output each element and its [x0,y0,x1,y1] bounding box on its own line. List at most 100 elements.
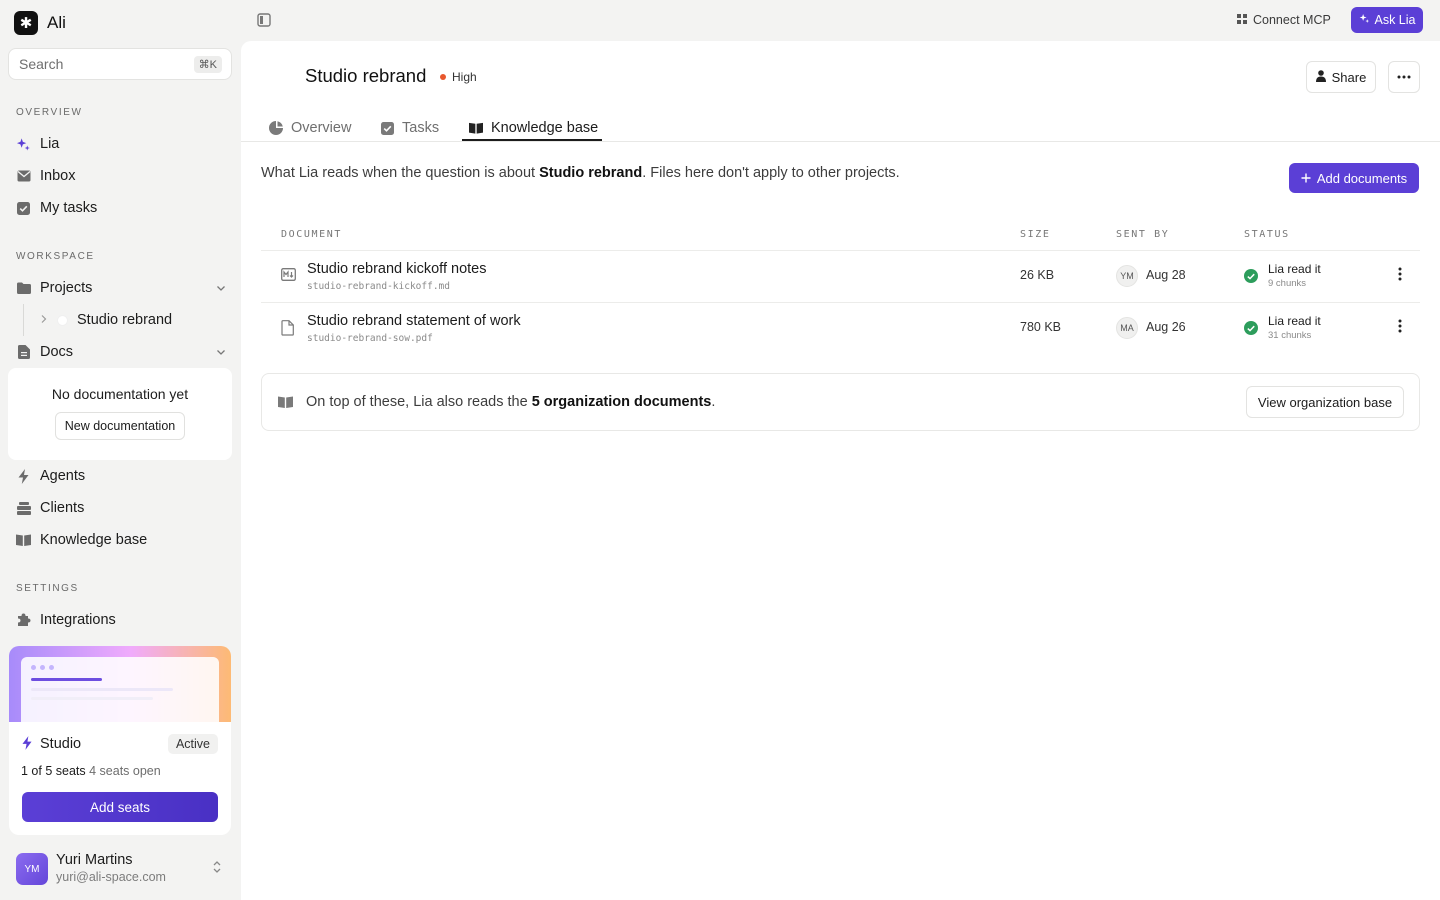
sidebar-item-projects[interactable]: Projects [16,276,226,300]
more-horizontal-icon [1397,75,1411,79]
pdf-file-icon [281,320,294,341]
section-label-workspace: WORKSPACE [16,251,95,262]
sender-avatar: YM [1116,265,1138,287]
app-name: Ali [47,13,66,32]
sparkle-icon [1359,13,1370,27]
status-text: Lia read it [1268,262,1321,276]
plan-seats: 1 of 5 seats 4 seats open [21,764,161,778]
document-size: 26 KB [1020,268,1055,282]
column-header-status[interactable]: STATUS [1244,229,1290,240]
bolt-icon [16,468,31,484]
check-circle-icon [1244,269,1258,283]
book-icon [469,122,483,134]
tab-knowledge-base[interactable]: Knowledge base [469,114,598,142]
docs-empty-state: No documentation yet New documentation [8,368,232,460]
sidebar-item-knowledge-base[interactable]: Knowledge base [16,528,147,552]
connect-mcp-label: Connect MCP [1253,13,1331,27]
sender-avatar: MA [1116,317,1138,339]
chevron-down-icon[interactable] [216,281,226,297]
main-panel: Studio rebrand High Share Overview Tasks [241,41,1440,900]
grid-icon [1237,13,1247,27]
status-chunks: 9 chunks [1268,278,1307,289]
sidebar-item-docs[interactable]: Docs [16,340,226,364]
section-label-overview: OVERVIEW [16,107,83,118]
kb-desc-prefix: What Lia reads when the question is abou… [261,165,540,181]
active-tab-indicator [462,139,602,141]
puzzle-icon [16,613,31,628]
table-row[interactable]: Studio rebrand kickoff notes studio-rebr… [261,251,1420,302]
kb-desc-project: Studio rebrand [539,165,643,181]
project-color-dot [57,314,68,326]
sidebar-item-studio-rebrand[interactable]: Studio rebrand [40,308,172,332]
sent-date: Aug 28 [1146,268,1186,282]
column-header-size[interactable]: SIZE [1020,229,1050,240]
sidebar-item-label: Projects [40,280,93,296]
kb-desc-suffix: . Files here don't apply to other projec… [642,165,900,181]
add-documents-label: Add documents [1316,170,1408,186]
sidebar-item-label: Docs [40,344,74,360]
book-icon [278,395,293,413]
more-vertical-icon[interactable] [1398,319,1402,338]
plan-name-label: Studio [40,736,82,752]
tab-tasks[interactable]: Tasks [381,114,439,142]
table-row[interactable]: Studio rebrand statement of work studio-… [261,303,1420,354]
document-icon [16,345,31,360]
sidebar-item-agents[interactable]: Agents [16,464,85,488]
column-header-document[interactable]: DOCUMENT [281,229,342,240]
brand[interactable]: ✱ Ali [14,11,66,35]
more-options-button[interactable] [1388,61,1420,93]
sidebar-item-label: Inbox [40,168,76,184]
tree-line [23,304,24,336]
chevron-up-down-icon[interactable] [212,860,222,879]
sidebar-item-label: Integrations [40,612,116,628]
priority-badge[interactable]: High [440,70,477,84]
bolt-icon [22,735,32,753]
org-documents-banner: On top of these, Lia also reads the 5 or… [261,373,1420,431]
add-seats-button[interactable]: Add seats [22,792,218,822]
more-vertical-icon[interactable] [1398,267,1402,286]
kb-description: What Lia reads when the question is abou… [261,165,900,181]
sidebar-item-my-tasks[interactable]: My tasks [16,196,97,220]
column-header-sent-by[interactable]: SENT BY [1116,229,1169,240]
folder-icon [16,281,31,296]
add-documents-button[interactable]: Add documents [1289,163,1419,193]
share-button[interactable]: Share [1306,61,1376,93]
sidebar-item-integrations[interactable]: Integrations [16,608,116,632]
tab-label: Overview [291,120,352,136]
user-email: yuri@ali-space.com [56,870,166,884]
sidebar-item-clients[interactable]: Clients [16,496,84,520]
docs-empty-text: No documentation yet [51,386,189,402]
chevron-right-icon[interactable] [40,312,48,328]
plan-illustration [9,646,231,722]
priority-label: High [452,70,477,84]
sidebar-item-lia[interactable]: Lia [16,132,59,156]
search-input[interactable]: Search ⌘K [8,48,232,80]
tab-overview[interactable]: Overview [269,114,351,142]
plan-seats-open: 4 seats open [89,764,161,778]
sidebar-item-label: Studio rebrand [77,312,173,328]
plan-status-badge: Active [167,734,218,754]
sidebar-item-inbox[interactable]: Inbox [16,164,75,188]
checkbox-icon [381,121,394,135]
new-documentation-button[interactable]: New documentation [54,412,186,440]
search-placeholder: Search [19,56,64,72]
user-icon [1315,69,1326,85]
sidebar-item-label: Agents [40,468,86,484]
sidebar-toggle-icon[interactable] [257,13,271,32]
status-text: Lia read it [1268,314,1321,328]
book-icon [16,533,31,548]
user-menu[interactable]: YM Yuri Martins yuri@ali-space.com [16,851,226,887]
status-chunks: 31 chunks [1268,330,1312,341]
mail-icon [16,169,31,184]
org-documents-text: On top of these, Lia also reads the 5 or… [306,394,715,410]
ask-lia-button[interactable]: Ask Lia [1351,7,1423,33]
sent-date: Aug 26 [1146,320,1186,334]
tab-label: Knowledge base [491,120,599,136]
sidebar: ✱ Ali Search ⌘K OVERVIEW Lia Inbox My ta… [0,0,240,900]
plus-icon [1301,171,1311,186]
chevron-down-icon[interactable] [216,345,226,361]
view-organization-base-button[interactable]: View organization base [1246,386,1404,418]
checkbox-icon [16,201,31,216]
check-circle-icon [1244,321,1258,335]
connect-mcp-button[interactable]: Connect MCP [1237,10,1331,30]
